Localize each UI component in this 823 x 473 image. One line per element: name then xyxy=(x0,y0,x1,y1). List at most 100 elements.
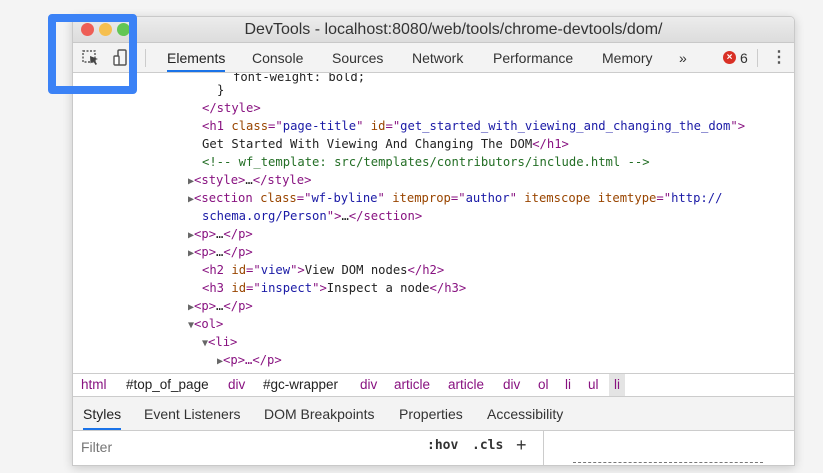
breadcrumb-div[interactable]: div xyxy=(360,374,377,396)
dom-line-h1[interactable]: <h1 class="page-title" id="get_started_w… xyxy=(202,117,745,135)
breadcrumb: html #top_of_page div #gc-wrapper div ar… xyxy=(73,373,794,397)
breadcrumb-ul[interactable]: ul xyxy=(588,374,599,396)
tab-sources[interactable]: Sources xyxy=(332,43,383,72)
dom-line-style[interactable]: ▶<style>…</style> xyxy=(188,171,311,189)
h3-attr-id: id xyxy=(231,281,247,295)
h1-id-value: get_started_with_viewing_and_changing_th… xyxy=(400,119,731,133)
styles-filter-input[interactable] xyxy=(77,435,415,459)
h3-open: <h3 xyxy=(202,281,232,295)
minimize-window-button[interactable] xyxy=(99,23,112,36)
p-close: </p> xyxy=(223,227,253,241)
breadcrumb-div[interactable]: div xyxy=(503,374,520,396)
error-icon[interactable]: × xyxy=(723,51,736,64)
hover-state-toggle[interactable]: :hov xyxy=(427,431,458,461)
h2-attr-id: id xyxy=(231,263,247,277)
css-brace: } xyxy=(217,83,225,97)
dom-line-p2[interactable]: ▶<p>…</p> xyxy=(188,243,253,261)
tab-console[interactable]: Console xyxy=(252,43,303,72)
h1-eq1: =" xyxy=(268,119,283,133)
tab-network[interactable]: Network xyxy=(412,43,463,72)
style-close: </style> xyxy=(252,173,312,187)
css-declaration: font-weight: bold; xyxy=(233,73,366,84)
section-itemtype-value-b: schema.org/Person xyxy=(202,209,327,223)
device-toolbar-icon[interactable] xyxy=(111,48,131,68)
breadcrumb-html[interactable]: html xyxy=(81,374,107,396)
h1-class-value: page-title xyxy=(282,119,357,133)
error-count[interactable]: 6 xyxy=(740,43,748,73)
dom-line-section[interactable]: ▶<section class="wf-byline" itemprop="au… xyxy=(188,189,722,207)
dom-tree[interactable]: font-weight: bold; } </style> <h1 class=… xyxy=(73,73,794,373)
p-open: <p> xyxy=(194,299,217,313)
dom-line-p4[interactable]: ▶<p>…</p> xyxy=(217,351,282,369)
dom-line-li[interactable]: ▼<li> xyxy=(202,333,237,351)
li-open: <li> xyxy=(208,335,238,349)
h1-eq2: =" xyxy=(385,119,401,133)
dom-line-section-cont[interactable]: schema.org/Person">…</section> xyxy=(202,207,422,225)
menu-divider xyxy=(757,49,758,67)
p-open: <p> xyxy=(194,227,217,241)
h1-q1: " xyxy=(356,119,371,133)
h3-text: Inspect a node xyxy=(326,281,430,295)
section-attr-itemprop: itemprop xyxy=(392,191,451,205)
style-ellipsis: … xyxy=(245,173,253,187)
more-tabs-button[interactable]: » xyxy=(679,43,687,72)
dom-line-css[interactable]: font-weight: bold; xyxy=(233,73,365,86)
new-style-rule-button[interactable]: + xyxy=(516,431,527,459)
dom-line-h3[interactable]: <h3 id="inspect">Inspect a node</h3> xyxy=(202,279,466,297)
p-close: </p> xyxy=(223,245,253,259)
devtools-window: DevTools - localhost:8080/web/tools/chro… xyxy=(72,16,795,466)
breadcrumb-gc-wrapper[interactable]: #gc-wrapper xyxy=(263,374,338,396)
dom-line-comment[interactable]: <!-- wf_template: src/templates/contribu… xyxy=(202,153,650,171)
dom-line-brace[interactable]: } xyxy=(217,81,224,99)
box-model-outline xyxy=(573,462,763,465)
h1-attr-class: class xyxy=(231,119,269,133)
customize-menu-icon[interactable]: ⋮ xyxy=(771,43,787,73)
tab-styles[interactable]: Styles xyxy=(83,397,122,430)
breadcrumb-top-of-page[interactable]: #top_of_page xyxy=(126,374,209,396)
breadcrumb-div[interactable]: div xyxy=(228,374,245,396)
h1-open: <h1 xyxy=(202,119,232,133)
title-bar: DevTools - localhost:8080/web/tools/chro… xyxy=(73,17,794,43)
tab-dom-breakpoints[interactable]: DOM Breakpoints xyxy=(264,397,374,430)
close-window-button[interactable] xyxy=(81,23,94,36)
section-attr-itemscope: itemscope xyxy=(524,191,591,205)
breadcrumb-li-selected[interactable]: li xyxy=(609,374,625,396)
maximize-window-button[interactable] xyxy=(117,23,130,36)
dom-line-p3[interactable]: ▶<p>…</p> xyxy=(188,297,253,315)
section-ellipsis: … xyxy=(341,209,349,223)
tab-accessibility[interactable]: Accessibility xyxy=(487,397,563,430)
section-attr-itemtype: itemtype xyxy=(597,191,657,205)
section-itemprop-value: author xyxy=(465,191,510,205)
breadcrumb-article[interactable]: article xyxy=(448,374,484,396)
template-comment: <!-- wf_template: src/templates/contribu… xyxy=(202,155,650,169)
tab-memory[interactable]: Memory xyxy=(602,43,653,72)
p-close: </p> xyxy=(223,299,253,313)
dom-line-style-close[interactable]: </style> xyxy=(202,99,261,117)
section-attr-class: class xyxy=(260,191,297,205)
breadcrumb-article[interactable]: article xyxy=(394,374,430,396)
tab-elements[interactable]: Elements xyxy=(167,43,226,72)
dom-line-ol[interactable]: ▼<ol> xyxy=(188,315,223,333)
sidebar-tab-bar: Styles Event Listeners DOM Breakpoints P… xyxy=(73,397,794,431)
inspect-element-icon[interactable] xyxy=(81,48,101,68)
p-collapsed: <p>…</p> xyxy=(223,353,282,367)
h2-text: View DOM nodes xyxy=(304,263,408,277)
dom-line-h2[interactable]: <h2 id="view">View DOM nodes</h2> xyxy=(202,261,444,279)
style-close-tag: </style> xyxy=(202,101,261,115)
dom-line-h1-text[interactable]: Get Started With Viewing And Changing Th… xyxy=(202,135,569,153)
breadcrumb-li[interactable]: li xyxy=(565,374,571,396)
styles-filter-bar: :hov .cls + xyxy=(73,431,794,465)
tab-event-listeners[interactable]: Event Listeners xyxy=(144,397,241,430)
class-toggle[interactable]: .cls xyxy=(472,431,503,461)
p-open: <p> xyxy=(194,245,217,259)
dom-line-p1[interactable]: ▶<p>…</p> xyxy=(188,225,253,243)
tab-performance[interactable]: Performance xyxy=(493,43,573,72)
section-class-value: wf-byline xyxy=(311,191,378,205)
h1-close-bracket: "> xyxy=(730,119,746,133)
breadcrumb-ol[interactable]: ol xyxy=(538,374,549,396)
h3-close: </h3> xyxy=(429,281,467,295)
section-open: <section xyxy=(194,191,261,205)
tab-properties[interactable]: Properties xyxy=(399,397,463,430)
toolbar-divider xyxy=(145,49,146,67)
style-open: <style> xyxy=(194,173,246,187)
